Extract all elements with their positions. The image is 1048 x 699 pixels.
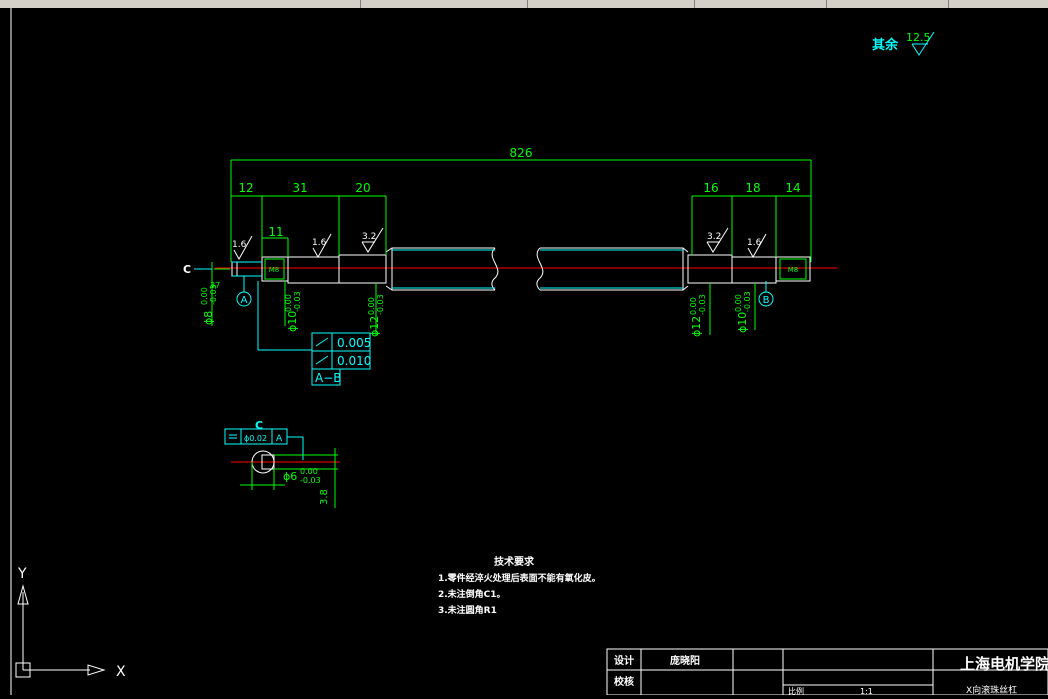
dia-12a-lo: -0.03 — [376, 294, 385, 315]
dia-12b: ϕ12 — [690, 316, 703, 337]
ucs-y: Y — [17, 566, 27, 582]
dia-10b-lo: -0.03 — [743, 291, 752, 312]
dim-18: 18 — [745, 181, 760, 195]
window-top-bar — [0, 0, 1048, 8]
tb-school: 上海电机学院 — [960, 655, 1048, 673]
tb-scale: 1:1 — [860, 687, 873, 695]
dim-16: 16 — [703, 181, 718, 195]
dim-31: 31 — [292, 181, 307, 195]
roughness-label: 其余 — [872, 37, 899, 53]
dia-6: ϕ6 — [283, 470, 297, 483]
roughness-value: 12.5 — [906, 31, 931, 44]
section-38: 3.8 — [319, 489, 330, 505]
ucs-icon — [15, 584, 106, 678]
dia-10b-up: 0.00 — [734, 294, 743, 312]
toolbar-segment[interactable] — [828, 0, 949, 8]
section-c2-label: C — [255, 419, 263, 432]
dia-12b-up: 0.00 — [689, 297, 698, 315]
toolbar-segment[interactable] — [696, 0, 827, 8]
tech-item-3: 3.未注圆角R1 — [438, 604, 497, 616]
dia-8-up: 0.00 — [200, 287, 209, 305]
dim-20: 20 — [355, 181, 370, 195]
dia-8-lo: -0.03 — [209, 284, 218, 305]
shaft-sections — [232, 249, 683, 289]
drawing-canvas[interactable]: 其余 12.5 M8 M8 826 12 31 20 11 16 18 14 1… — [0, 8, 1048, 696]
diameter-labels: ϕ8 0.00 -0.03 ϕ10 0.00 -0.03 ϕ12 0.00 -0… — [200, 284, 752, 337]
toolbar-segment[interactable] — [0, 0, 361, 8]
tech-item-2: 2.未注倒角C1。 — [438, 588, 506, 600]
dim-11: 11 — [268, 225, 283, 239]
dia-10a-up: 0.00 — [284, 294, 293, 312]
ucs-x: X — [116, 664, 126, 680]
tb-check-label: 校核 — [614, 675, 634, 688]
dia-12b-lo: -0.03 — [698, 294, 707, 315]
dim-12: 12 — [238, 181, 253, 195]
runout-1: 0.005 — [337, 336, 371, 350]
mark-16a: 1.6 — [232, 240, 247, 250]
dia-12a-up: 0.00 — [367, 297, 376, 315]
tb-scale-label: 比例 — [788, 686, 804, 695]
datum-a: A — [241, 295, 248, 306]
dia-10a-lo: -0.03 — [293, 291, 302, 312]
datum-b: B — [763, 295, 770, 306]
dia-8: ϕ8 — [202, 311, 215, 325]
tb-design-label: 设计 — [614, 654, 634, 667]
mark-16c: 1.6 — [747, 238, 762, 248]
mark-32b: 3.2 — [707, 232, 721, 242]
mark-16b: 1.6 — [312, 238, 327, 248]
dia-10a: ϕ10 — [286, 311, 299, 332]
section-datum: A — [276, 434, 283, 444]
runout-datum: A−B — [315, 371, 342, 385]
keyway-left-mark: M8 — [269, 266, 280, 274]
section-c-label: C — [183, 263, 191, 276]
toolbar-segment[interactable] — [362, 0, 528, 8]
runout-2: 0.010 — [337, 354, 371, 368]
shaft-outline — [231, 247, 811, 291]
tb-part-name: X向滚珠丝杠 — [966, 684, 1017, 695]
dim-14: 14 — [785, 181, 800, 195]
tech-item-1: 1.零件经淬火处理后表面不能有氧化皮。 — [438, 572, 601, 584]
dia-6-up: 0.00 — [300, 467, 318, 476]
tech-title: 技术要求 — [494, 555, 535, 568]
toolbar-segment[interactable] — [529, 0, 695, 8]
section-value: ϕ0.02 — [244, 434, 267, 443]
runout-frame — [257, 281, 371, 386]
tb-designer: 庞晓阳 — [670, 654, 700, 667]
dim-826: 826 — [510, 146, 533, 160]
dia-10b: ϕ10 — [736, 312, 749, 333]
dia-6-lo: -0.03 — [300, 476, 321, 485]
keyway-right-mark: M8 — [788, 266, 799, 274]
cad-drawing: 其余 12.5 M8 M8 826 12 31 20 11 16 18 14 1… — [10, 8, 1048, 696]
mark-32a: 3.2 — [362, 232, 376, 242]
